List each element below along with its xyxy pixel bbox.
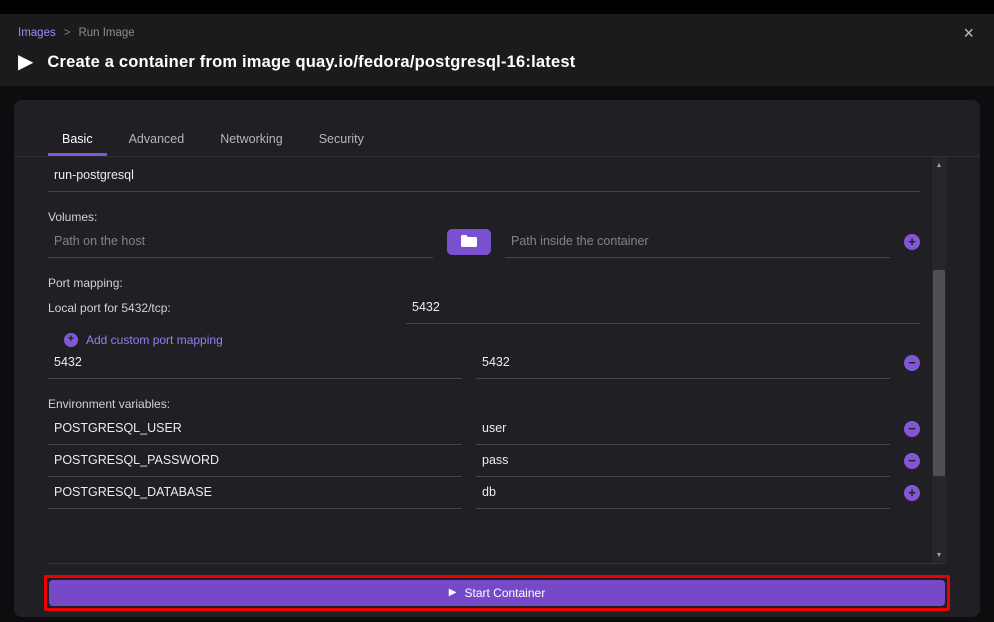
scrollbar-thumb[interactable] — [933, 270, 945, 476]
tab-advanced[interactable]: Advanced — [115, 124, 199, 156]
tab-networking[interactable]: Networking — [206, 124, 297, 156]
local-port-input[interactable] — [406, 292, 920, 324]
volumes-label: Volumes: — [48, 210, 920, 224]
run-image-icon: ▶ — [18, 52, 33, 72]
env-row: + — [48, 477, 920, 509]
close-icon[interactable]: × — [961, 24, 976, 42]
volume-container-path-input[interactable] — [505, 226, 890, 258]
remove-env-icon[interactable]: − — [904, 421, 920, 437]
annotation-highlight: ▶ Start Container — [44, 575, 950, 611]
breadcrumb-images-link[interactable]: Images — [18, 27, 56, 39]
folder-icon — [460, 234, 478, 251]
add-custom-port-mapping[interactable]: + Add custom port mapping — [64, 333, 920, 347]
add-custom-port-icon: + — [64, 333, 78, 347]
env-row: − — [48, 413, 920, 445]
breadcrumb-current: Run Image — [78, 27, 134, 39]
remove-port-mapping-icon[interactable]: − — [904, 355, 920, 371]
dialog-panel: Basic Advanced Networking Security Volum… — [14, 100, 980, 617]
env-value-input[interactable] — [476, 413, 890, 445]
tab-basic[interactable]: Basic — [48, 124, 107, 156]
page-title: Create a container from image quay.io/fe… — [47, 53, 575, 72]
env-name-input[interactable] — [48, 477, 462, 509]
start-container-label: Start Container — [464, 586, 545, 600]
start-container-button[interactable]: ▶ Start Container — [49, 580, 945, 606]
port-mapping-label: Port mapping: — [48, 276, 920, 290]
add-env-icon[interactable]: + — [904, 485, 920, 501]
env-name-input[interactable] — [48, 445, 462, 477]
local-port-label: Local port for 5432/tcp: — [48, 301, 406, 315]
env-row: − — [48, 445, 920, 477]
form-scroll: Volumes: + Port mapping: Local port for … — [48, 157, 932, 563]
play-icon: ▶ — [449, 588, 457, 598]
form-area: Volumes: + Port mapping: Local port for … — [48, 157, 946, 564]
tab-bar: Basic Advanced Networking Security — [14, 100, 980, 157]
titlebar — [0, 0, 994, 14]
scroll-up-icon[interactable]: ▲ — [932, 157, 946, 173]
browse-folder-button[interactable] — [447, 229, 491, 255]
env-value-input[interactable] — [476, 477, 890, 509]
local-port-row: Local port for 5432/tcp: — [48, 292, 920, 324]
scroll-down-icon[interactable]: ▼ — [932, 547, 946, 563]
scrollbar-track[interactable] — [932, 173, 946, 547]
volume-row: + — [48, 226, 920, 258]
dialog-footer: ▶ Start Container — [14, 564, 980, 617]
custom-port-container-input[interactable] — [476, 347, 890, 379]
breadcrumb: Images > Run Image — [18, 27, 135, 39]
env-variables-label: Environment variables: — [48, 397, 920, 411]
dialog-header: Images > Run Image × ▶ Create a containe… — [0, 14, 994, 86]
scrollbar[interactable]: ▲ ▼ — [932, 157, 946, 563]
custom-port-host-input[interactable] — [48, 347, 462, 379]
container-name-input[interactable] — [48, 160, 920, 192]
add-custom-port-label: Add custom port mapping — [86, 333, 223, 347]
volume-host-path-input[interactable] — [48, 226, 433, 258]
remove-env-icon[interactable]: − — [904, 453, 920, 469]
custom-port-row: − — [48, 347, 920, 379]
add-volume-icon[interactable]: + — [904, 234, 920, 250]
env-value-input[interactable] — [476, 445, 890, 477]
breadcrumb-separator: > — [64, 27, 71, 39]
env-name-input[interactable] — [48, 413, 462, 445]
tab-security[interactable]: Security — [305, 124, 378, 156]
